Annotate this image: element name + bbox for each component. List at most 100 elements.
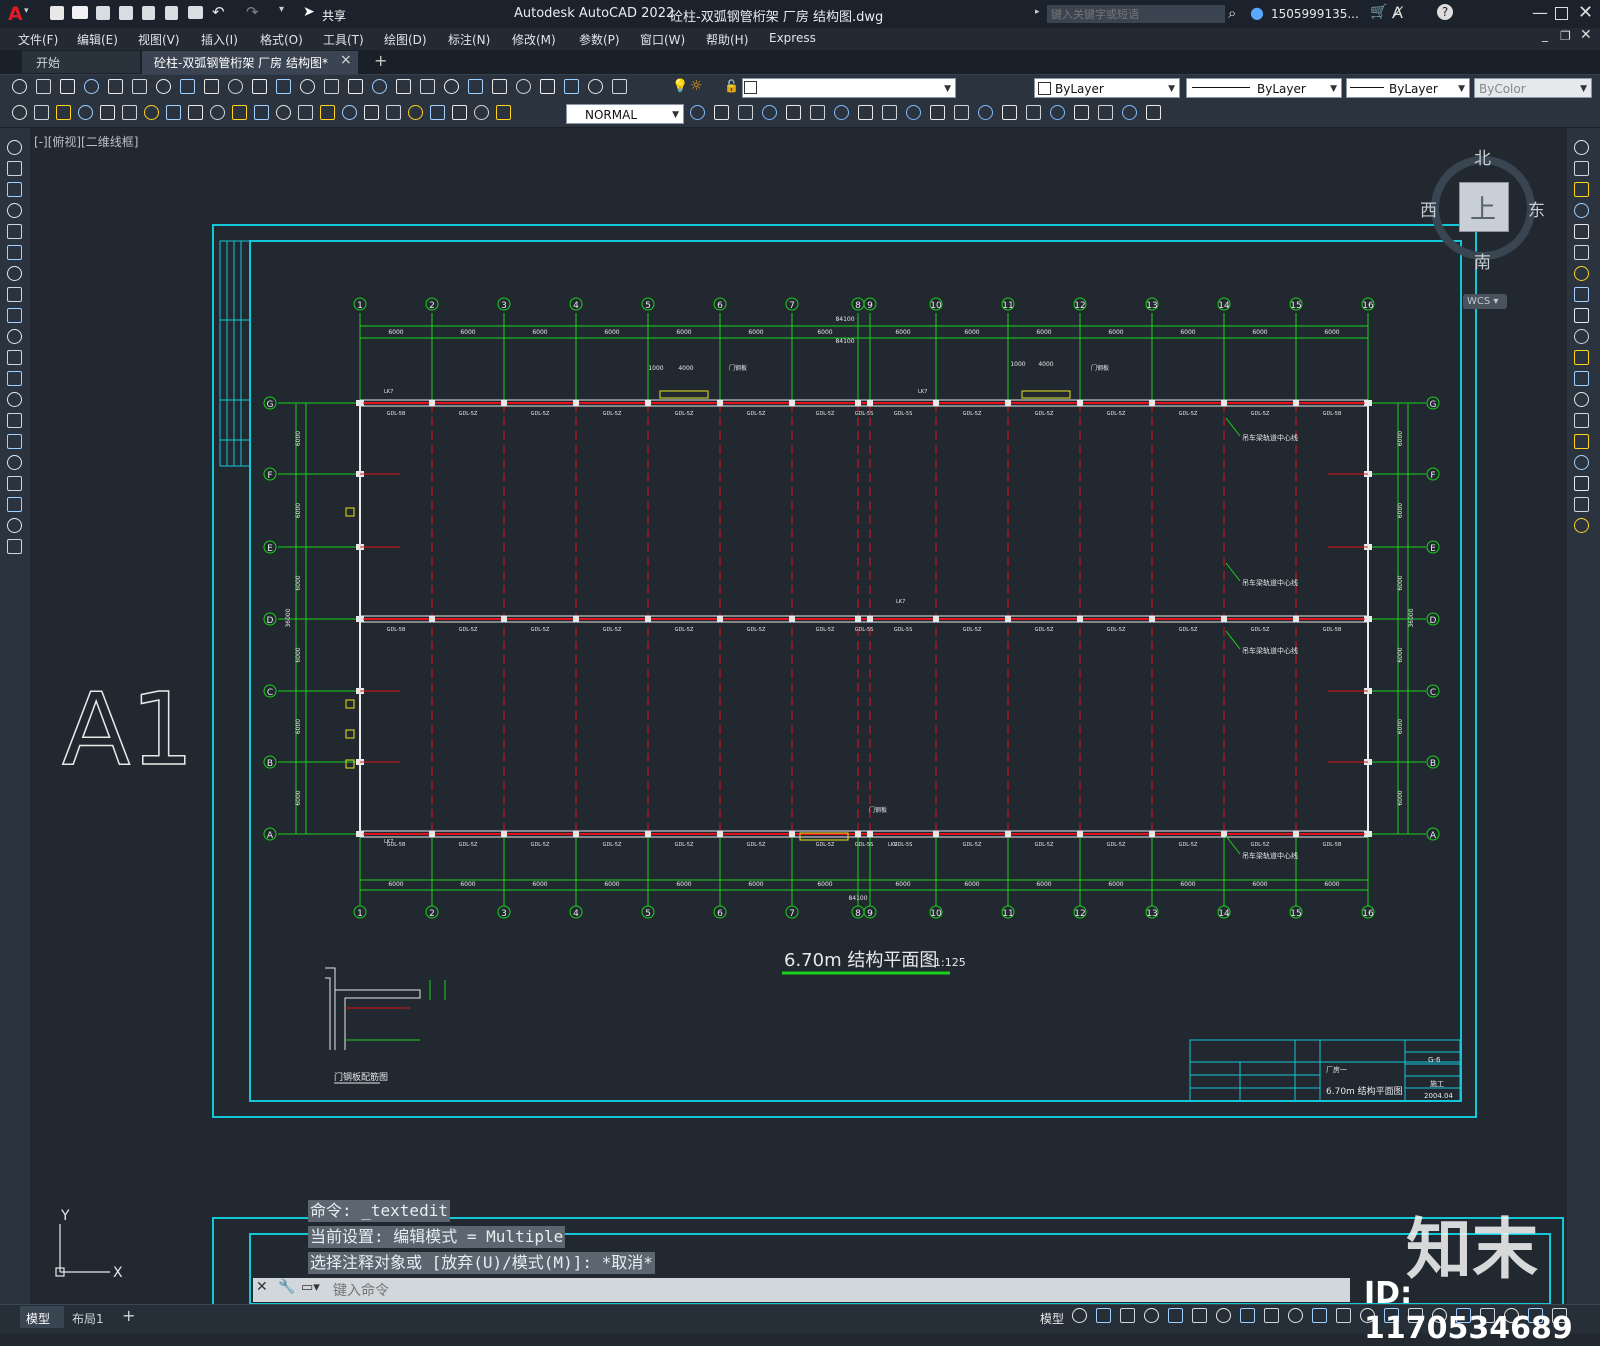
open-file-icon[interactable]: [72, 6, 88, 19]
linetype-dropdown[interactable]: ByLayer ▼: [1186, 78, 1342, 98]
export-icon[interactable]: [165, 6, 178, 20]
tab-close-icon[interactable]: ×: [340, 52, 352, 68]
tb2-tool-18-icon[interactable]: [386, 105, 401, 120]
tb22-tool-8-icon[interactable]: [858, 105, 873, 120]
tb22-tool-19-icon[interactable]: [1122, 105, 1137, 120]
status-tool-6-icon[interactable]: [1192, 1308, 1207, 1323]
tb2-tool-16-icon[interactable]: [342, 105, 357, 120]
left-tool-7-icon[interactable]: [7, 266, 22, 281]
left-tool-17-icon[interactable]: [7, 476, 22, 491]
menu-parametric[interactable]: 参数(P): [579, 31, 620, 48]
tb2-tool-6-icon[interactable]: [122, 105, 137, 120]
left-tool-15-icon[interactable]: [7, 434, 22, 449]
tb1-tool-25-icon[interactable]: [588, 79, 603, 94]
doc-restore-button[interactable]: ❐: [1560, 29, 1571, 43]
layout-tab-model[interactable]: 模型: [20, 1306, 64, 1328]
right-tool-6-icon[interactable]: [1574, 245, 1589, 260]
tb2-tool-22-icon[interactable]: [474, 105, 489, 120]
tb1-tool-8-icon[interactable]: [180, 79, 195, 94]
right-tool-16-icon[interactable]: [1574, 455, 1589, 470]
command-customize-icon[interactable]: 🔧: [278, 1279, 295, 1295]
tb22-tool-12-icon[interactable]: [954, 105, 969, 120]
right-tool-9-icon[interactable]: [1574, 308, 1589, 323]
search-expand-icon[interactable]: ▸: [1035, 7, 1040, 17]
tb1-tool-12-icon[interactable]: [276, 79, 291, 94]
right-tool-10-icon[interactable]: [1574, 329, 1589, 344]
tb2-tool-7-icon[interactable]: [144, 105, 159, 120]
tb1-tool-3-icon[interactable]: [60, 79, 75, 94]
right-tool-5-icon[interactable]: [1574, 224, 1589, 239]
wcs-dropdown[interactable]: WCS ▾: [1463, 294, 1507, 309]
status-tool-12-icon[interactable]: [1336, 1308, 1351, 1323]
tb1-tool-7-icon[interactable]: [156, 79, 171, 94]
tb2-tool-5-icon[interactable]: [100, 105, 115, 120]
left-tool-11-icon[interactable]: [7, 350, 22, 365]
tb22-tool-7-icon[interactable]: [834, 105, 849, 120]
doc-minimize-button[interactable]: _: [1542, 28, 1548, 42]
right-tool-12-icon[interactable]: [1574, 371, 1589, 386]
command-close-icon[interactable]: ✕: [256, 1279, 268, 1295]
tb1-tool-20-icon[interactable]: [468, 79, 483, 94]
tb22-tool-9-icon[interactable]: [882, 105, 897, 120]
tb22-tool-3-icon[interactable]: [738, 105, 753, 120]
menu-window[interactable]: 窗口(W): [640, 31, 685, 48]
tb1-tool-17-icon[interactable]: [396, 79, 411, 94]
drawing-canvas[interactable]: A1 1122334455667788991010111112121313141…: [30, 128, 1567, 1304]
left-tool-19-icon[interactable]: [7, 518, 22, 533]
tb22-tool-15-icon[interactable]: [1026, 105, 1041, 120]
tb2-tool-17-icon[interactable]: [364, 105, 379, 120]
cart-icon[interactable]: 🛒: [1370, 4, 1387, 20]
tb1-tool-4-icon[interactable]: [84, 79, 99, 94]
viewcube-west[interactable]: 西: [1420, 196, 1437, 221]
menu-view[interactable]: 视图(V): [138, 31, 180, 48]
right-tool-15-icon[interactable]: [1574, 434, 1589, 449]
add-layout-button[interactable]: +: [122, 1306, 135, 1325]
menu-file[interactable]: 文件(F): [18, 31, 58, 48]
viewcube[interactable]: 上 北 南 西 东: [1420, 149, 1545, 274]
menu-dimension[interactable]: 标注(N): [448, 31, 490, 48]
qat-more-icon[interactable]: ▾: [279, 4, 284, 15]
right-tool-4-icon[interactable]: [1574, 203, 1589, 218]
tab-start[interactable]: 开始: [22, 51, 140, 73]
tb1-tool-18-icon[interactable]: [420, 79, 435, 94]
viewcube-east[interactable]: 东: [1528, 196, 1545, 221]
share-button[interactable]: 共享: [322, 7, 346, 24]
tb22-tool-5-icon[interactable]: [786, 105, 801, 120]
tb2-tool-19-icon[interactable]: [408, 105, 423, 120]
left-tool-18-icon[interactable]: [7, 497, 22, 512]
tb1-tool-9-icon[interactable]: [204, 79, 219, 94]
left-tool-14-icon[interactable]: [7, 413, 22, 428]
plotstyle-dropdown[interactable]: ByColor ▼: [1474, 78, 1592, 98]
tb1-tool-1-icon[interactable]: [12, 79, 27, 94]
redo-icon[interactable]: ↷: [246, 3, 259, 21]
status-tool-7-icon[interactable]: [1216, 1308, 1231, 1323]
tb22-tool-18-icon[interactable]: [1098, 105, 1113, 120]
tb1-tool-21-icon[interactable]: [492, 79, 507, 94]
user-name[interactable]: 1505999135...: [1271, 7, 1359, 21]
autodesk-a360-icon[interactable]: Ⱥ: [1392, 3, 1403, 22]
tb22-tool-11-icon[interactable]: [930, 105, 945, 120]
tb2-tool-13-icon[interactable]: [276, 105, 291, 120]
viewcube-top-face[interactable]: 上: [1459, 182, 1509, 232]
left-tool-8-icon[interactable]: [7, 287, 22, 302]
right-tool-17-icon[interactable]: [1574, 476, 1589, 491]
left-tool-2-icon[interactable]: [7, 161, 22, 176]
menu-insert[interactable]: 插入(I): [201, 31, 238, 48]
left-tool-1-icon[interactable]: [7, 140, 22, 155]
left-tool-9-icon[interactable]: [7, 308, 22, 323]
tb1-tool-2-icon[interactable]: [36, 79, 51, 94]
doc-close-button[interactable]: ✕: [1580, 27, 1592, 43]
tb2-tool-12-icon[interactable]: [254, 105, 269, 120]
maximize-button[interactable]: [1555, 7, 1568, 20]
tb22-tool-14-icon[interactable]: [1002, 105, 1017, 120]
tb1-tool-14-icon[interactable]: [324, 79, 339, 94]
print-icon[interactable]: [188, 6, 203, 19]
tb1-tool-13-icon[interactable]: [300, 79, 315, 94]
right-tool-18-icon[interactable]: [1574, 497, 1589, 512]
lineweight-dropdown[interactable]: ByLayer ▼: [1346, 78, 1470, 98]
status-tool-1-icon[interactable]: [1072, 1308, 1087, 1323]
tb1-tool-6-icon[interactable]: [132, 79, 147, 94]
menu-modify[interactable]: 修改(M): [512, 31, 556, 48]
left-tool-3-icon[interactable]: [7, 182, 22, 197]
viewcube-south[interactable]: 南: [1474, 248, 1491, 273]
